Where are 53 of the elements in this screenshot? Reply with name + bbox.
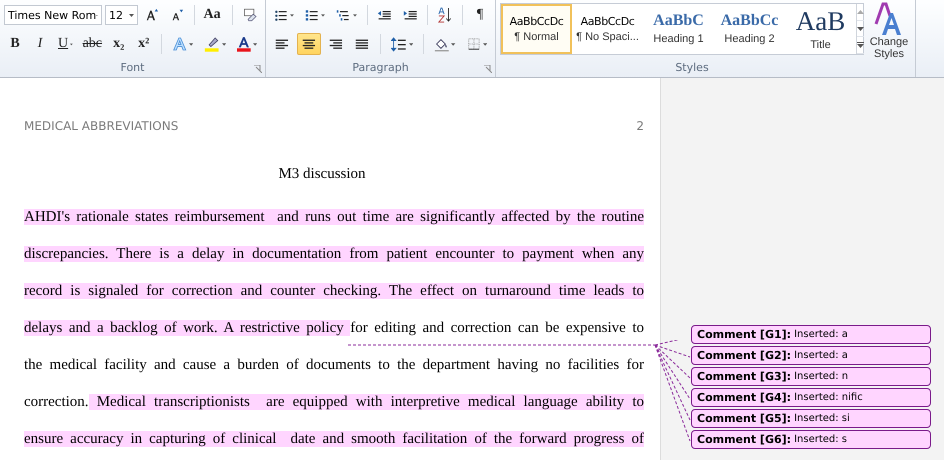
text-line: the medical facility and cause a burden of documents to the department having no facilities for xyxy=(24,356,644,375)
italic-button[interactable]: I xyxy=(29,33,51,55)
font-name-field[interactable]: Times New Rom xyxy=(4,5,102,25)
caret-icon xyxy=(189,42,194,46)
comment-balloon[interactable]: Comment [G6]: Inserted: s xyxy=(691,430,931,449)
comment-balloon[interactable]: Comment [G4]: Inserted: nific xyxy=(691,388,931,407)
group-label: Styles xyxy=(674,61,710,76)
caret-icon xyxy=(290,14,294,16)
caret-icon xyxy=(128,14,134,16)
group-label: Font xyxy=(120,61,146,76)
font-size-field[interactable]: 12 xyxy=(105,5,138,25)
show-formatting-marks-button[interactable]: ¶ xyxy=(469,4,492,26)
underline-button[interactable]: U xyxy=(54,33,77,55)
caret-icon xyxy=(451,42,456,46)
line-spacing-icon xyxy=(391,36,407,52)
eraser-icon xyxy=(242,6,257,24)
caret-icon xyxy=(252,42,257,46)
running-header: MEDICAL ABBREVIATIONS xyxy=(24,119,178,133)
subscript-button[interactable]: x₂ xyxy=(108,33,130,55)
border-grid-icon xyxy=(466,36,481,52)
caret-icon xyxy=(70,42,73,46)
page-number: 2 xyxy=(636,119,644,133)
group-label: Paragraph xyxy=(351,61,410,76)
document-title: M3 discussion xyxy=(277,166,367,183)
text-line: correction. Medical transcriptionists are equipped with interpretive medical language ability to xyxy=(24,393,644,412)
superscript-button[interactable]: x² xyxy=(132,33,155,55)
change-styles-button[interactable]: Change Styles xyxy=(864,2,914,61)
grow-font-icon xyxy=(144,7,159,23)
font-color-icon xyxy=(237,35,251,53)
glowing-letter-icon xyxy=(172,35,188,53)
comment-balloon[interactable]: Comment [G3]: Inserted: n xyxy=(691,367,931,386)
sort-icon xyxy=(438,6,452,24)
caret-icon xyxy=(352,14,357,16)
comment-balloon[interactable]: Comment [G5]: Inserted: si xyxy=(691,409,931,428)
scroll-down-icon[interactable] xyxy=(857,26,864,30)
caret-icon xyxy=(408,42,413,46)
caret-icon xyxy=(222,42,226,46)
paint-bucket-icon xyxy=(434,36,450,52)
shrink-font-icon xyxy=(170,7,184,23)
dialog-launcher-icon[interactable] xyxy=(484,65,492,73)
align-button[interactable] xyxy=(296,33,321,55)
comment-balloon[interactable]: Comment [G1]: Inserted: a xyxy=(691,325,931,344)
highlighter-icon xyxy=(204,35,220,53)
style-gallery-item[interactable]: AaBbCcDc ¶ Normal xyxy=(501,4,572,54)
change-case-button[interactable]: Aa xyxy=(200,4,226,26)
comment-balloon[interactable]: Comment [G2]: Inserted: a xyxy=(691,346,931,365)
more-styles-icon[interactable] xyxy=(857,42,864,48)
caret-icon xyxy=(321,14,326,16)
dialog-launcher-icon[interactable] xyxy=(254,65,262,73)
bold-button[interactable]: B xyxy=(4,33,26,55)
strikethrough-button[interactable]: abc xyxy=(80,33,105,55)
text-line: delays and a backlog of work. A restrictive policy for editing and correction can be expensive to xyxy=(24,319,644,338)
caret-icon xyxy=(482,42,487,46)
